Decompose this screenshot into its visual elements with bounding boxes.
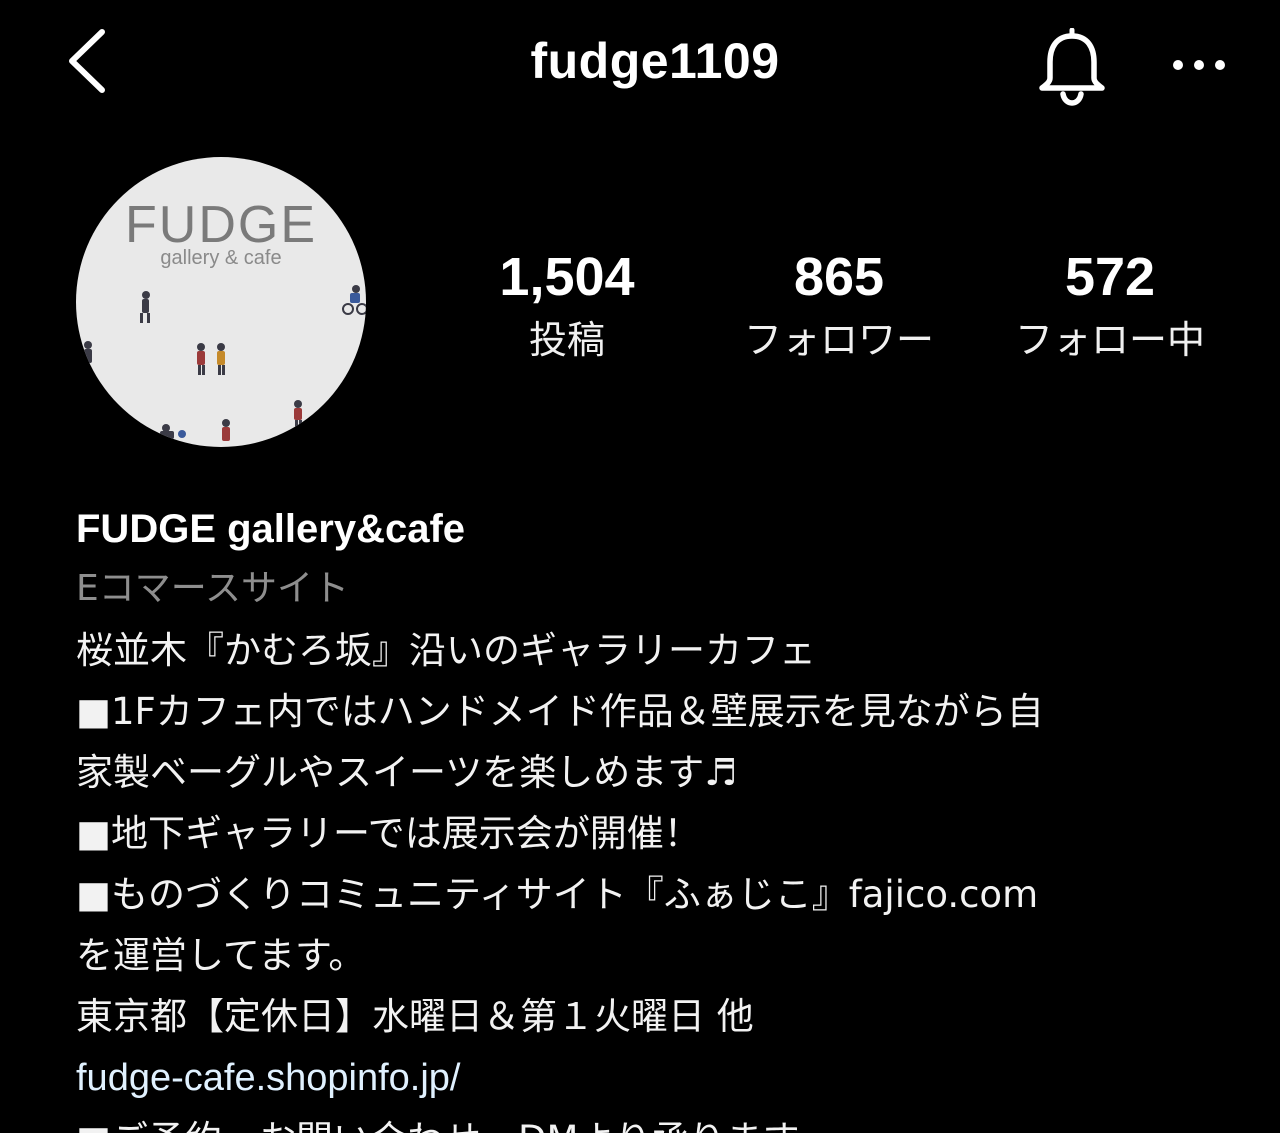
stat-followers[interactable]: 865 フォロワー bbox=[714, 246, 964, 364]
bio-line-partial: ■ご予約・お問い合わせ DMより承ります bbox=[76, 1109, 1256, 1133]
figure-group bbox=[84, 285, 366, 441]
profile-bio: FUDGE gallery&cafe Eコマースサイト 桜並木『かむろ坂』沿いの… bbox=[76, 500, 1256, 1133]
notifications-button[interactable] bbox=[1034, 27, 1110, 108]
ellipsis-icon bbox=[1173, 60, 1225, 70]
bio-line: 桜並木『かむろ坂』沿いのギャラリーカフェ bbox=[76, 629, 816, 672]
bio-category: Eコマースサイト bbox=[76, 568, 349, 609]
more-options-button[interactable] bbox=[1164, 45, 1234, 85]
bio-display-name: FUDGE gallery&cafe bbox=[76, 507, 466, 551]
stat-followers-value: 865 bbox=[793, 247, 885, 307]
profile-header: fudge1109 bbox=[0, 0, 1280, 130]
chevron-left-icon bbox=[69, 29, 105, 93]
stat-following-label: フォロー中 bbox=[1014, 318, 1205, 362]
profile-avatar[interactable]: FUDGE gallery & cafe bbox=[76, 157, 366, 447]
stat-following-value: 572 bbox=[1064, 247, 1156, 307]
back-button[interactable] bbox=[60, 26, 120, 96]
stat-followers-label: フォロワー bbox=[743, 318, 934, 362]
bio-line: ■ものづくりコミュニティサイト『ふぁじこ』fajico.com bbox=[76, 873, 1039, 916]
profile-username: fudge1109 bbox=[530, 33, 780, 89]
bio-line: ■1Fカフェ内ではハンドメイド作品＆壁展示を見ながら自 bbox=[76, 690, 1044, 733]
bio-line: ■地下ギャラリーでは展示会が開催！ bbox=[76, 812, 701, 855]
bell-icon bbox=[1039, 27, 1105, 106]
bio-line: を運営してます。 bbox=[76, 934, 366, 977]
stat-posts-label: 投稿 bbox=[528, 318, 605, 362]
bio-line: 東京都【定休日】水曜日＆第１火曜日 他 bbox=[76, 995, 754, 1038]
bio-line: 家製ベーグルやスイーツを楽しめます♬ bbox=[76, 751, 738, 794]
bio-website-link[interactable]: fudge-cafe.shopinfo.jp/ bbox=[76, 1047, 1256, 1109]
stat-posts: 1,504 投稿 bbox=[442, 246, 692, 364]
avatar-illustration bbox=[84, 285, 366, 441]
stat-posts-value: 1,504 bbox=[499, 247, 635, 307]
stat-following[interactable]: 572 フォロー中 bbox=[985, 246, 1235, 364]
